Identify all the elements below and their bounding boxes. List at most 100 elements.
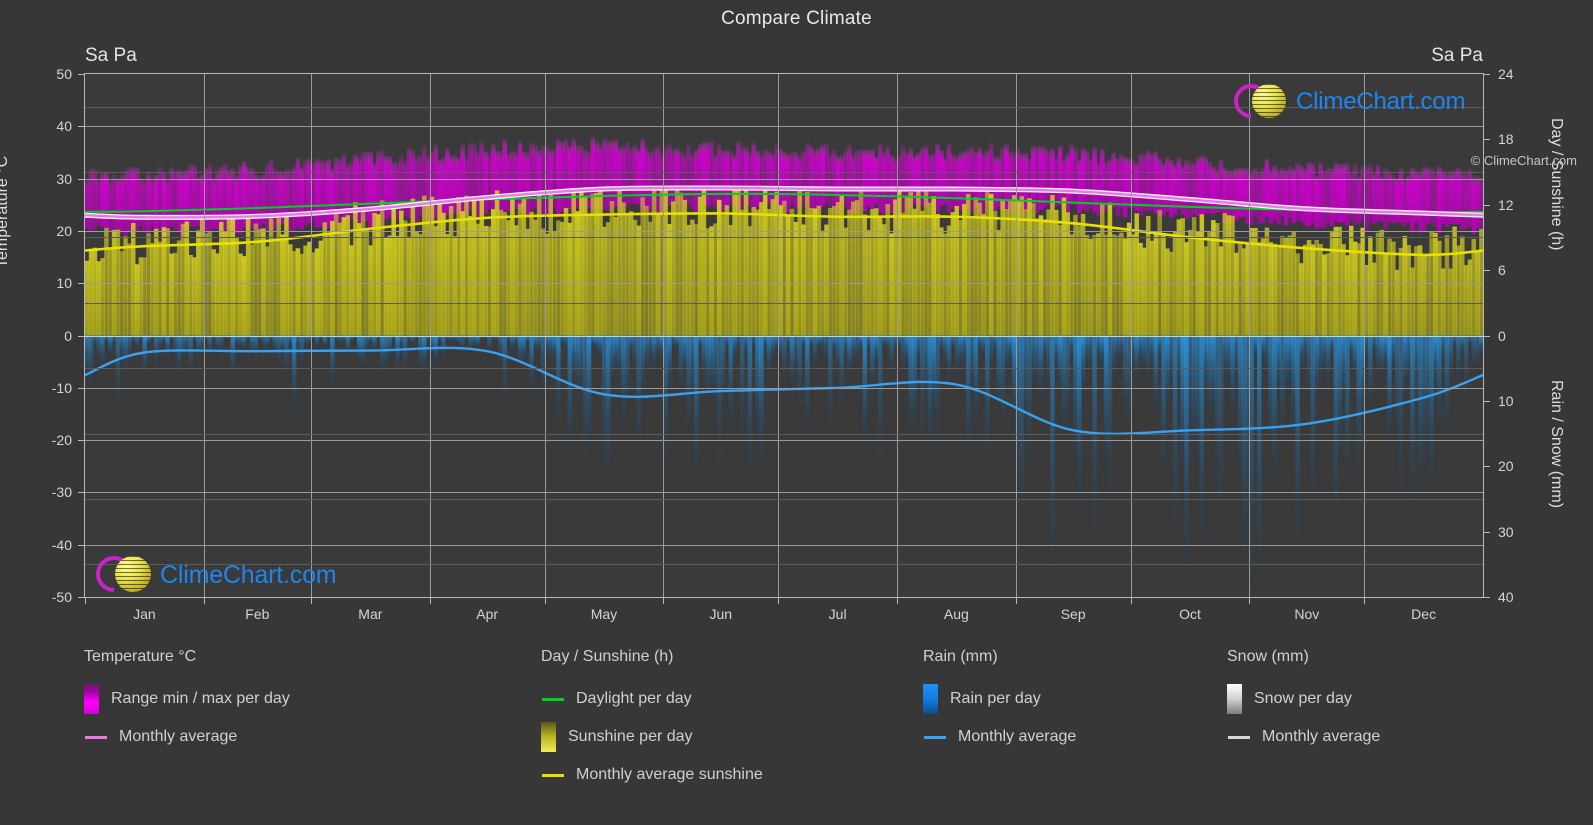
- legend-column-rain-mm: Rain (mm) Rain per day Monthly average: [923, 648, 1076, 756]
- legend-heading: Rain (mm): [923, 648, 998, 665]
- y-tick-label-left: -50: [51, 589, 72, 605]
- location-label-left: Sa Pa: [85, 45, 137, 66]
- x-tick-label-oct: Oct: [1179, 606, 1201, 622]
- x-tick-label-mar: Mar: [358, 606, 383, 622]
- x-tick-mark: [663, 598, 665, 604]
- legend-column-snow-mm: Snow (mm) Snow per day Monthly average: [1227, 648, 1380, 756]
- x-tick-label-jun: Jun: [709, 606, 733, 622]
- x-tick-mark: [203, 598, 205, 604]
- x-tick-label-jul: Jul: [828, 606, 847, 622]
- y-tick-label-left: 40: [56, 118, 72, 135]
- legend-item[interactable]: Sunshine per day: [541, 718, 763, 756]
- y-tick-label-left: 0: [64, 327, 72, 344]
- copyright-notice: © ClimeChart.com: [1470, 153, 1577, 168]
- climechart-logo-icon: [88, 548, 154, 600]
- y-tick-mark-left: [78, 178, 84, 180]
- y-tick-mark-right-top: [1484, 139, 1490, 141]
- legend-item[interactable]: Snow per day: [1227, 680, 1380, 718]
- y-tick-mark-right-top: [1484, 335, 1490, 337]
- x-tick-mark: [544, 598, 546, 604]
- y-tick-mark-left: [78, 230, 84, 232]
- y-tick-label-left: 20: [56, 222, 72, 239]
- legend-item[interactable]: Monthly average: [84, 718, 290, 756]
- legend-line-swatch: [542, 697, 564, 701]
- y-tick-mark-left: [78, 283, 84, 285]
- gridline-horizontal-minor: [85, 368, 1483, 370]
- gridline-horizontal-minor: [85, 433, 1483, 435]
- legend-item-label: Daylight per day: [576, 690, 692, 707]
- y-tick-label-left: -30: [51, 484, 72, 501]
- legend-item[interactable]: Rain per day: [923, 680, 1076, 718]
- x-tick-label-nov: Nov: [1294, 606, 1320, 622]
- legend-line-swatch: [85, 735, 107, 739]
- legend-line-swatch: [1228, 735, 1250, 739]
- gridline-horizontal: [85, 283, 1483, 285]
- x-tick-label-sep: Sep: [1060, 606, 1086, 622]
- gridline-horizontal-minor: [85, 237, 1483, 239]
- legend-heading: Day / Sunshine (h): [541, 648, 674, 665]
- x-tick-mark: [1130, 598, 1132, 604]
- legend-item-label: Monthly average sunshine: [576, 766, 763, 783]
- legend-line-swatch: [924, 735, 946, 739]
- brand-logo-top: ClimeChart.com: [1226, 76, 1465, 126]
- y-tick-mark-right-bottom: [1484, 531, 1490, 533]
- legend-line-swatch: [542, 773, 564, 777]
- y-tick-mark-left: [78, 492, 84, 494]
- legend-item[interactable]: Range min / max per day: [84, 680, 290, 718]
- y-tick-label-left: -20: [51, 432, 72, 449]
- y-tick-label-right-bottom: 40: [1498, 589, 1514, 605]
- legend-column-temperature-c: Temperature °C Range min / max per day Mon…: [84, 648, 290, 756]
- legend-heading: Snow (mm): [1227, 648, 1309, 665]
- legend-item-label: Range min / max per day: [111, 690, 290, 707]
- x-tick-label-aug: Aug: [943, 606, 969, 622]
- legend-item[interactable]: Monthly average sunshine: [541, 756, 763, 794]
- y-tick-label-left: -10: [51, 379, 72, 396]
- legend-color-swatch: [541, 722, 556, 752]
- location-label-right: Sa Pa: [1431, 45, 1483, 66]
- legend-item-label: Monthly average: [958, 728, 1077, 745]
- gridline-horizontal: [85, 126, 1483, 128]
- legend-heading: Temperature °C: [84, 648, 197, 665]
- gridline-horizontal: [85, 335, 1483, 337]
- gridline-horizontal-minor: [85, 302, 1483, 304]
- legend-color-swatch: [1227, 684, 1242, 714]
- gridline-horizontal: [85, 544, 1483, 546]
- y-tick-label-right-top: 12: [1498, 196, 1514, 213]
- y-axis-label-left: Temperature °C: [0, 155, 11, 268]
- x-tick-mark: [1015, 598, 1017, 604]
- y-axis-label-right-bottom: Rain / Snow (mm): [1548, 380, 1565, 509]
- x-tick-mark: [778, 598, 780, 604]
- gridline-horizontal: [85, 440, 1483, 442]
- legend-item[interactable]: Daylight per day: [541, 680, 763, 718]
- y-tick-label-left: -40: [51, 536, 72, 553]
- y-tick-label-right-bottom: 30: [1498, 523, 1514, 540]
- x-tick-mark: [429, 598, 431, 604]
- x-tick-label-dec: Dec: [1411, 606, 1437, 622]
- climate-chart-plot: [84, 73, 1484, 598]
- y-tick-mark-left: [78, 597, 84, 598]
- legend-color-swatch: [84, 684, 99, 714]
- y-tick-label-right-top: 24: [1498, 66, 1514, 82]
- y-tick-mark-right-top: [1484, 270, 1490, 272]
- y-tick-mark-left: [78, 544, 84, 546]
- y-tick-label-left: 10: [56, 275, 72, 292]
- legend-item-label: Monthly average: [1262, 728, 1381, 745]
- x-tick-mark: [310, 598, 312, 604]
- y-tick-mark-right-bottom: [1484, 400, 1490, 402]
- y-tick-mark-left: [78, 387, 84, 389]
- legend-item[interactable]: Monthly average: [923, 718, 1076, 756]
- gridline-horizontal: [85, 230, 1483, 232]
- y-tick-label-right-top: 0: [1498, 327, 1506, 344]
- y-tick-mark-left: [78, 335, 84, 337]
- x-tick-mark: [896, 598, 898, 604]
- x-tick-label-feb: Feb: [245, 606, 270, 622]
- y-tick-label-right-bottom: 20: [1498, 458, 1514, 475]
- y-axis-label-right-top: Day / Sunshine (h): [1548, 118, 1565, 251]
- y-tick-label-right-top: 6: [1498, 262, 1506, 279]
- x-tick-mark: [1249, 598, 1251, 604]
- y-tick-mark-left: [78, 74, 84, 75]
- gridline-horizontal-minor: [85, 172, 1483, 174]
- legend-item[interactable]: Monthly average: [1227, 718, 1380, 756]
- y-tick-mark-left: [78, 126, 84, 128]
- legend-item-label: Monthly average: [119, 728, 238, 745]
